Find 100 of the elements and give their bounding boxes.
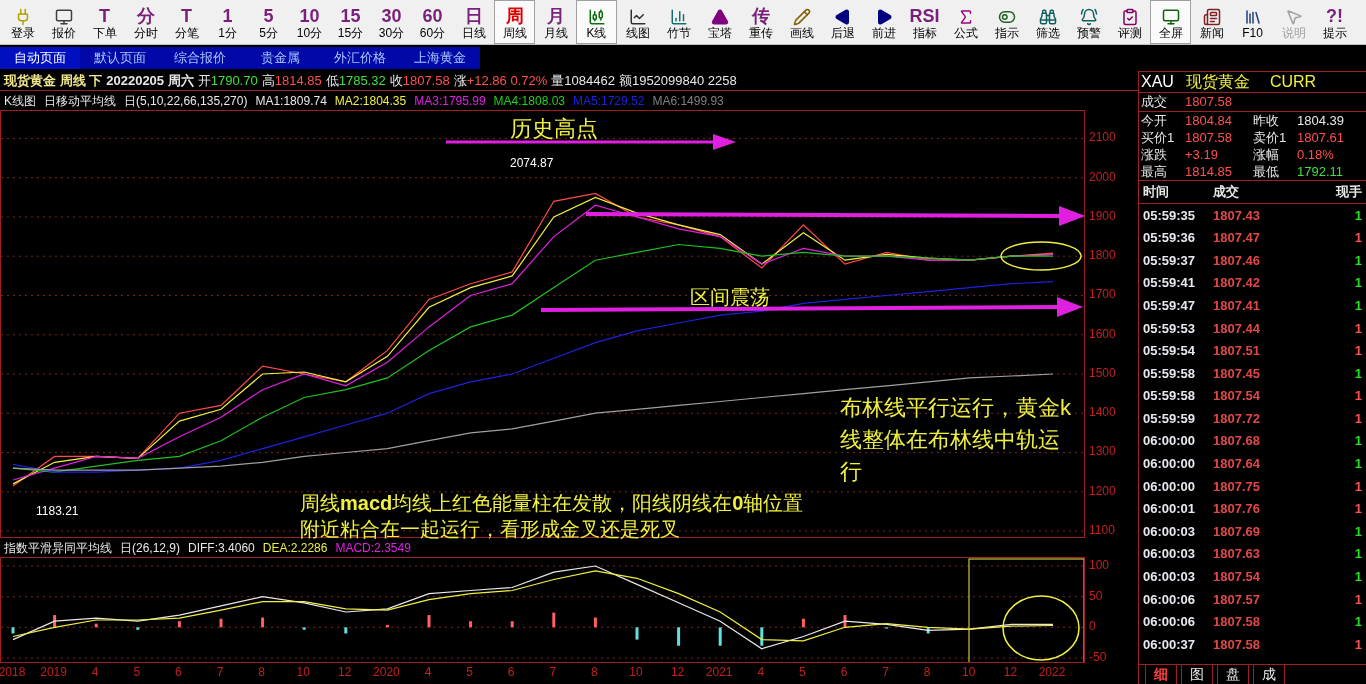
toolbar-button[interactable]: 评测 [1109,0,1150,44]
toolbar-button[interactable]: ?! 提示 [1314,0,1355,44]
quote-field: 高1814.85 [261,70,322,91]
toolbar-button[interactable]: 30 30分 [371,0,412,44]
stat-value: 0.18% [1297,146,1335,163]
ma-value: MA5:1729.52 [573,92,645,110]
axis-label: 12 [1003,665,1018,679]
clipboard-icon [1120,8,1139,26]
toolbar-button[interactable]: 前进 [863,0,904,44]
trade-price: 1807.58 [1213,613,1261,632]
trade-time: 05:59:37 [1143,251,1197,270]
monitor-icon [54,8,73,26]
axis-label: 2018 [0,665,26,679]
trade-time: 06:00:00 [1143,455,1197,474]
toolbar-button[interactable]: 新闻 [1191,0,1232,44]
toolbar-button[interactable]: 日 日线 [453,0,494,44]
page-tab[interactable]: 综合报价 [160,47,240,69]
toolbar-button[interactable]: 公式 [945,0,986,44]
newspaper-icon [1202,8,1221,26]
low-price-label: 1183.21 [36,503,79,520]
axis-label: 8 [923,665,931,679]
toolbar-button[interactable]: RSI 指标 [904,0,945,44]
bell-icon [1079,8,1098,26]
trade-price: 1807.63 [1213,545,1261,564]
toolbar-button[interactable]: 画线 [781,0,822,44]
glyph-icon: 10 [299,6,320,26]
toolbar-button[interactable]: 传 重传 [740,0,781,44]
column-header: 时间 [1143,183,1170,202]
glyph-icon: 日 [464,6,483,26]
quote-field: 现货黄金 周线 下 [4,70,103,91]
toolbar-button[interactable]: 10 10分 [289,0,330,44]
stat-label: 买价1 [1141,129,1176,146]
triangle-icon [710,8,729,26]
stat-value: 1807.58 [1185,93,1232,112]
page-tab[interactable]: 外汇价格 [320,47,400,69]
axis-label: 7 [882,665,889,679]
toolbar-button[interactable]: 月 月线 [535,0,576,44]
page-tab[interactable]: 贵金属 [240,47,320,69]
toolbar-button[interactable]: 1 1分 [207,0,248,44]
annotation-text: 历史高点 [510,115,598,143]
toolbar-button[interactable]: 竹节 [658,0,699,44]
toolbar-button[interactable]: 预警 [1068,0,1109,44]
page-tab[interactable]: 上海黄金 [400,47,480,69]
indicator-params: 日(26,12,9) [120,539,181,557]
toolbar-button[interactable]: 周 周线 [494,0,535,44]
macd-axis: -50 0 50 100 [1085,557,1138,663]
stat-label: 最低 [1253,163,1280,180]
toolbar-button[interactable]: 全屏 [1150,0,1191,44]
toolbar-button[interactable]: 宝塔 [699,0,740,44]
glyph-icon: T [181,6,192,26]
toolbar-button[interactable]: K线 [576,0,617,44]
trade-time: 05:59:35 [1143,206,1197,225]
panel-tab[interactable]: 成 [1253,664,1285,684]
toolbar-button[interactable]: 报价 [43,0,84,44]
stat-label: 今开 [1141,112,1168,129]
trade-time: 05:59:53 [1143,319,1197,338]
stat-value: 1807.61 [1297,129,1345,146]
trade-volume: 1 [1354,274,1362,293]
trade-price: 1807.58 [1213,635,1261,654]
stat-label: 卖价1 [1253,129,1288,146]
toolbar-button[interactable]: 登录 [2,0,43,44]
toolbar-button[interactable]: 指示 [986,0,1027,44]
ma-value: MA3:1795.99 [414,92,486,110]
toolbar-button[interactable]: T 下单 [84,0,125,44]
trade-volume: 1 [1354,568,1362,587]
trade-price: 1807.57 [1213,590,1261,609]
price-axis: 1100 1200 1300 1400 1500 1600 1700 1800 1900 2000 2100 [1085,110,1138,538]
trade-price: 1807.45 [1213,364,1261,383]
column-header: 成交 [1213,183,1240,202]
glyph-icon: 传 [751,6,770,26]
column-header: 现手 [1336,183,1362,202]
axis-label: 2019 [40,665,67,679]
market-code: CURR [1269,72,1317,92]
panel-tab[interactable]: 图 [1181,664,1213,684]
quote-field: 收1807.58 [389,70,450,91]
glyph-icon: 5 [263,6,274,26]
panel-tab[interactable]: 盘 [1217,664,1249,684]
axis-label: 10 [962,665,976,679]
toolbar-button[interactable]: 线图 [617,0,658,44]
quote-field: 20220205 周六 [106,70,194,91]
panel-tab[interactable]: 细 [1145,664,1177,684]
trade-price: 1807.44 [1213,319,1261,338]
toolbar-button[interactable]: F10 [1232,0,1273,44]
trade-time: 06:00:00 [1143,432,1197,451]
quote-field: 低1785.32 [325,70,386,91]
trade-price: 1807.54 [1213,387,1261,406]
chart-title: K线图 [4,92,36,110]
toolbar-button[interactable]: 15 15分 [330,0,371,44]
trade-volume: 1 [1354,635,1362,654]
toolbar-button[interactable]: 5 5分 [248,0,289,44]
axis-label: 6 [175,665,182,679]
toolbar-button[interactable]: 分 分时 [125,0,166,44]
toolbar-button[interactable]: 后退 [822,0,863,44]
trade-time: 05:59:41 [1143,274,1197,293]
page-tab[interactable]: 自动页面 [0,47,80,69]
page-tab[interactable]: 默认页面 [80,47,160,69]
axis-label: 4 [91,665,99,679]
toolbar-button[interactable]: T 分笔 [166,0,207,44]
toolbar-button[interactable]: 筛选 [1027,0,1068,44]
toolbar-button[interactable]: 60 60分 [412,0,453,44]
